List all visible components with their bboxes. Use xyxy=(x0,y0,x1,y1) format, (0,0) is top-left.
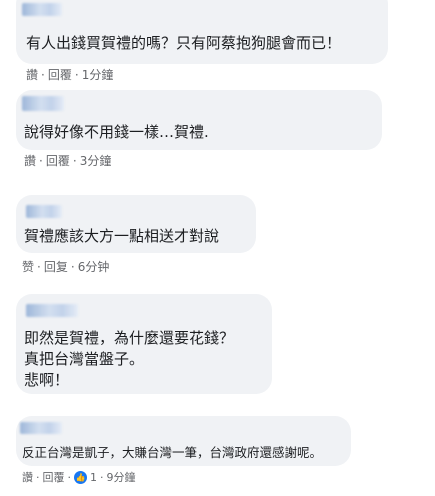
like-link[interactable]: 讚 xyxy=(22,469,33,485)
like-link[interactable]: 讚 xyxy=(26,66,38,83)
comment-2: 說得好像不用錢一樣…賀禮. 讚 · 回覆 · 3分鐘 xyxy=(0,90,435,185)
separator: · xyxy=(67,470,72,484)
commenter-name-redacted[interactable] xyxy=(22,96,64,111)
comment-4: 即然是賀禮，為什麼還要花錢？ 真把台灣當盤子。 悲啊！ xyxy=(0,294,435,404)
reply-link[interactable]: 回复 xyxy=(44,258,68,275)
commenter-name-redacted[interactable] xyxy=(22,3,62,16)
comment-actions: 讚 · 回覆 · 3分鐘 xyxy=(24,152,111,169)
comment-text-line-3: 悲啊！ xyxy=(24,371,70,389)
comment-1: 有人出錢買賀禮的嗎？只有阿蔡抱狗腿會而已！ 讚 · 回覆 · 1分鐘 xyxy=(0,0,435,90)
commenter-name-redacted[interactable] xyxy=(20,422,62,434)
separator: · xyxy=(70,259,75,274)
separator: · xyxy=(41,67,45,82)
comment-text: 說得好像不用錢一樣…賀禮. xyxy=(24,123,209,141)
comment-actions: 赞 · 回复 · 6分钟 xyxy=(22,258,109,275)
timestamp-link[interactable]: 6分钟 xyxy=(78,258,110,275)
comment-text-line-2: 真把台灣當盤子。 xyxy=(24,350,145,368)
comment-5: 反正台灣是凱子，大賺台灣一筆，台灣政府還感謝呢。 讚 · 回覆 · 👍 1 · … xyxy=(0,416,435,496)
timestamp-link[interactable]: 9分鐘 xyxy=(107,469,136,485)
separator: · xyxy=(39,153,43,168)
comment-text: 有人出錢買賀禮的嗎？只有阿蔡抱狗腿會而已！ xyxy=(26,34,342,52)
comment-3: 賀禮應該大方一點相送才對說 赞 · 回复 · 6分钟 xyxy=(0,195,435,280)
comment-text: 賀禮應該大方一點相送才對說 xyxy=(24,227,220,245)
separator: · xyxy=(74,67,79,82)
commenter-name-redacted[interactable] xyxy=(26,205,62,218)
separator: · xyxy=(72,153,77,168)
reply-link[interactable]: 回覆 xyxy=(46,152,70,169)
thumbs-up-icon[interactable]: 👍 xyxy=(74,470,87,484)
timestamp-link[interactable]: 1分鐘 xyxy=(82,66,114,83)
separator: · xyxy=(100,470,104,484)
like-link[interactable]: 赞 xyxy=(22,258,34,275)
comment-text: 反正台灣是凱子，大賺台灣一筆，台灣政府還感謝呢。 xyxy=(22,445,323,460)
separator: · xyxy=(36,470,40,484)
comment-actions: 讚 · 回覆 · 1分鐘 xyxy=(26,66,113,83)
comment-actions: 讚 · 回覆 · 👍 1 · 9分鐘 xyxy=(22,469,136,485)
separator: · xyxy=(37,259,41,274)
reply-link[interactable]: 回覆 xyxy=(48,66,72,83)
reply-link[interactable]: 回覆 xyxy=(43,469,65,485)
reaction-count[interactable]: 1 xyxy=(90,471,97,484)
commenter-name-redacted[interactable] xyxy=(26,304,78,317)
comment-text-line-1: 即然是賀禮，為什麼還要花錢？ xyxy=(24,329,235,347)
like-link[interactable]: 讚 xyxy=(24,152,36,169)
timestamp-link[interactable]: 3分鐘 xyxy=(80,152,112,169)
